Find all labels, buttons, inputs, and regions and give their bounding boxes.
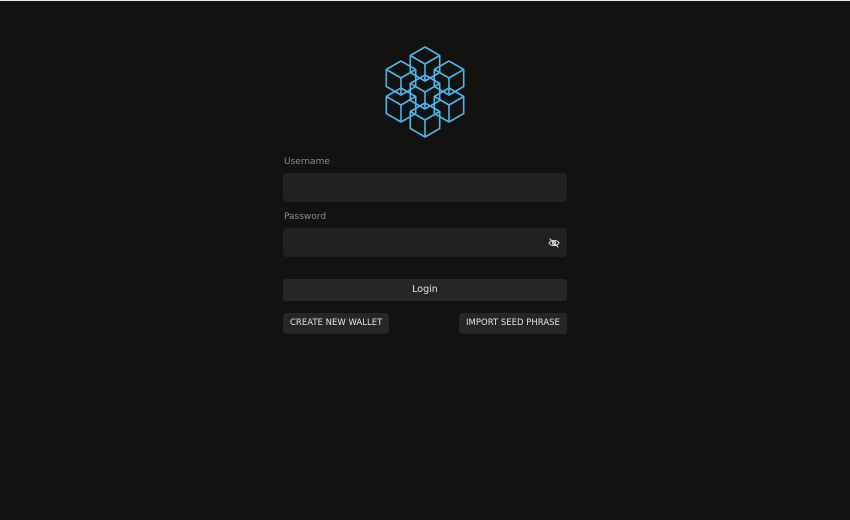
hexagonal-cubes-logo-icon: [385, 46, 465, 138]
password-label: Password: [284, 212, 327, 222]
username-field-container: [283, 173, 567, 202]
username-input[interactable]: [283, 173, 567, 202]
eye-slash-icon[interactable]: [548, 237, 560, 249]
window-top-border: [0, 0, 850, 1]
password-input[interactable]: [283, 228, 567, 257]
username-label: Username: [284, 157, 330, 167]
import-seed-phrase-button[interactable]: IMPORT SEED PHRASE: [459, 313, 567, 334]
login-form: Username Password Login CREATE NEW WALLE…: [283, 157, 567, 334]
login-button[interactable]: Login: [283, 279, 567, 301]
create-new-wallet-button[interactable]: CREATE NEW WALLET: [283, 313, 389, 334]
password-field-container: [283, 228, 567, 257]
